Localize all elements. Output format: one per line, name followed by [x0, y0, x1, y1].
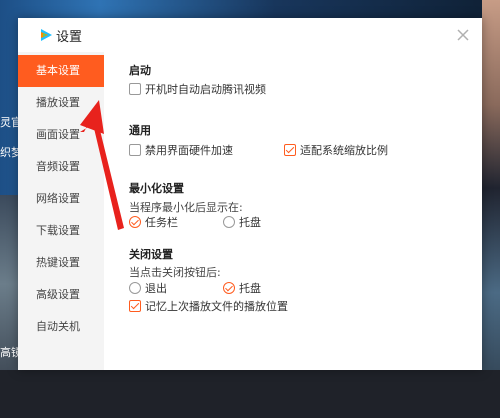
minimize-taskbar-radio[interactable]: 任务栏	[129, 214, 178, 230]
background-right-edge	[482, 0, 500, 418]
sidebar-item-playback[interactable]: 播放设置	[18, 87, 104, 119]
checkbox-box[interactable]	[129, 144, 141, 156]
dialog-title-bar: 设置	[18, 18, 482, 52]
settings-sidebar: 基本设置 播放设置 画面设置 音频设置 网络设置 下载设置 热键设置 高级设置 …	[18, 52, 104, 370]
background-text: 织梦	[0, 146, 18, 159]
sidebar-item-network[interactable]: 网络设置	[18, 183, 104, 215]
sidebar-item-advanced[interactable]: 高级设置	[18, 279, 104, 311]
checkbox-box-checked[interactable]	[129, 300, 141, 312]
section-title-general: 通用	[129, 124, 151, 137]
radio-button-checked[interactable]	[129, 216, 141, 228]
section-title-startup: 启动	[129, 64, 151, 77]
close-prompt: 当点击关闭按钮后:	[129, 266, 221, 279]
adapt-scaling-checkbox[interactable]: 适配系统缩放比例	[284, 142, 388, 158]
close-tray-label: 托盘	[239, 282, 261, 295]
background-text: 灵官	[0, 116, 18, 129]
disable-hw-accel-label: 禁用界面硬件加速	[145, 144, 233, 157]
disable-hw-accel-checkbox[interactable]: 禁用界面硬件加速	[129, 142, 233, 158]
remember-position-label: 记忆上次播放文件的播放位置	[145, 300, 288, 313]
close-exit-radio[interactable]: 退出	[129, 280, 167, 296]
settings-dialog: 设置 基本设置 播放设置 画面设置 音频设置 网络设置 下载设置 热键设置 高级…	[18, 18, 482, 370]
sidebar-item-audio[interactable]: 音频设置	[18, 151, 104, 183]
checkbox-box-checked[interactable]	[284, 144, 296, 156]
background-text: 高镜	[0, 346, 18, 359]
minimize-tray-radio[interactable]: 托盘	[223, 214, 261, 230]
auto-start-label: 开机时自动启动腾讯视频	[145, 83, 266, 96]
remember-position-checkbox[interactable]: 记忆上次播放文件的播放位置	[129, 298, 288, 314]
minimize-prompt: 当程序最小化后显示在:	[129, 201, 243, 214]
section-title-close: 关闭设置	[129, 248, 173, 261]
taskbar-label: 任务栏	[145, 216, 178, 229]
sidebar-item-download[interactable]: 下载设置	[18, 215, 104, 247]
radio-button-checked[interactable]	[223, 282, 235, 294]
auto-start-checkbox[interactable]: 开机时自动启动腾讯视频	[129, 81, 266, 97]
sidebar-item-auto-shutdown[interactable]: 自动关机	[18, 311, 104, 343]
sidebar-item-hotkey[interactable]: 热键设置	[18, 247, 104, 279]
dialog-title: 设置	[56, 30, 83, 45]
radio-button[interactable]	[223, 216, 235, 228]
sidebar-item-picture[interactable]: 画面设置	[18, 119, 104, 151]
adapt-scaling-label: 适配系统缩放比例	[300, 144, 388, 157]
close-icon[interactable]	[454, 26, 472, 44]
sidebar-item-basic[interactable]: 基本设置	[18, 55, 104, 87]
radio-button[interactable]	[129, 282, 141, 294]
tray-label: 托盘	[239, 216, 261, 229]
checkbox-box[interactable]	[129, 83, 141, 95]
background-bottom	[0, 370, 500, 418]
close-tray-radio[interactable]: 托盘	[223, 280, 261, 296]
exit-label: 退出	[145, 282, 167, 295]
tencent-video-logo-icon	[41, 29, 52, 41]
section-title-minimize: 最小化设置	[129, 182, 184, 195]
